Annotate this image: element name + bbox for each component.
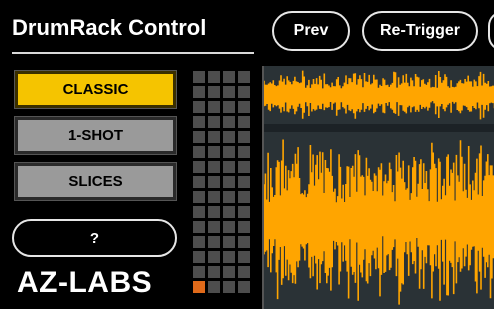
waveform-lane xyxy=(264,139,494,305)
drum-pad[interactable] xyxy=(238,116,250,128)
mode-1-shot-button[interactable]: 1-SHOT xyxy=(14,116,177,155)
drum-pad[interactable] xyxy=(208,86,220,98)
drum-pad[interactable] xyxy=(208,161,220,173)
drum-pad[interactable] xyxy=(208,71,220,83)
drum-pad[interactable] xyxy=(223,281,235,293)
drum-pad[interactable] xyxy=(193,116,205,128)
drum-pad[interactable] xyxy=(193,146,205,158)
waveform-display xyxy=(262,66,494,309)
drum-pad[interactable] xyxy=(238,266,250,278)
drum-pad[interactable] xyxy=(208,251,220,263)
drum-pad[interactable] xyxy=(208,146,220,158)
waveform-graphic xyxy=(264,70,494,305)
drum-pad[interactable] xyxy=(223,266,235,278)
drum-pad[interactable] xyxy=(193,131,205,143)
drum-pad[interactable] xyxy=(223,71,235,83)
mode-classic-button[interactable]: CLASSIC xyxy=(14,70,177,109)
drum-pad[interactable] xyxy=(193,161,205,173)
drum-pad[interactable] xyxy=(223,176,235,188)
drum-pad[interactable] xyxy=(193,101,205,113)
drum-pad[interactable] xyxy=(238,191,250,203)
drum-pad[interactable] xyxy=(223,161,235,173)
drum-pad[interactable] xyxy=(193,176,205,188)
waveform-trace xyxy=(264,70,494,120)
drum-pad[interactable] xyxy=(223,86,235,98)
drum-pad[interactable] xyxy=(238,281,250,293)
help-button[interactable]: ? xyxy=(12,219,177,257)
drum-pad[interactable] xyxy=(238,86,250,98)
drum-pad[interactable] xyxy=(238,146,250,158)
drum-pad[interactable] xyxy=(208,176,220,188)
drum-pad[interactable] xyxy=(223,116,235,128)
drum-pad[interactable] xyxy=(208,191,220,203)
drum-pad[interactable] xyxy=(223,236,235,248)
waveform-trace xyxy=(264,139,494,305)
prev-button[interactable]: Prev xyxy=(272,11,350,51)
drum-pad[interactable] xyxy=(193,221,205,233)
app-title: DrumRack Control xyxy=(12,15,207,40)
drum-pad[interactable] xyxy=(193,191,205,203)
drum-pad[interactable] xyxy=(238,251,250,263)
drum-pad[interactable] xyxy=(208,266,220,278)
drum-pad[interactable] xyxy=(193,236,205,248)
drum-pad[interactable] xyxy=(238,206,250,218)
drum-pad[interactable] xyxy=(238,221,250,233)
drum-pad[interactable] xyxy=(208,116,220,128)
drum-pad[interactable] xyxy=(193,86,205,98)
drum-pad[interactable] xyxy=(223,221,235,233)
drum-pad[interactable] xyxy=(238,131,250,143)
retrigger-button[interactable]: Re-Trigger xyxy=(362,11,478,51)
drum-pad[interactable] xyxy=(193,281,205,293)
drum-pad[interactable] xyxy=(223,131,235,143)
drum-pad[interactable] xyxy=(223,206,235,218)
drum-pad[interactable] xyxy=(208,221,220,233)
drum-pad[interactable] xyxy=(238,71,250,83)
drum-pad[interactable] xyxy=(238,236,250,248)
drum-pad-grid xyxy=(193,71,253,293)
drum-pad[interactable] xyxy=(238,161,250,173)
overflow-button[interactable] xyxy=(488,11,494,51)
drum-pad[interactable] xyxy=(208,131,220,143)
drum-pad[interactable] xyxy=(223,251,235,263)
drum-pad[interactable] xyxy=(208,206,220,218)
drum-pad[interactable] xyxy=(238,176,250,188)
brand-logo: AZ-LABS xyxy=(17,266,153,299)
drum-pad[interactable] xyxy=(193,251,205,263)
drum-pad[interactable] xyxy=(193,71,205,83)
drum-pad[interactable] xyxy=(193,266,205,278)
drum-pad[interactable] xyxy=(208,101,220,113)
drum-pad[interactable] xyxy=(238,101,250,113)
drum-pad[interactable] xyxy=(223,101,235,113)
title-divider xyxy=(12,52,254,54)
drum-pad[interactable] xyxy=(223,191,235,203)
drum-pad[interactable] xyxy=(208,236,220,248)
drum-pad[interactable] xyxy=(208,281,220,293)
drum-pad[interactable] xyxy=(193,206,205,218)
mode-slices-button[interactable]: SLICES xyxy=(14,162,177,201)
drum-pad[interactable] xyxy=(223,146,235,158)
waveform-lane xyxy=(264,70,494,120)
lane-divider xyxy=(264,124,494,132)
